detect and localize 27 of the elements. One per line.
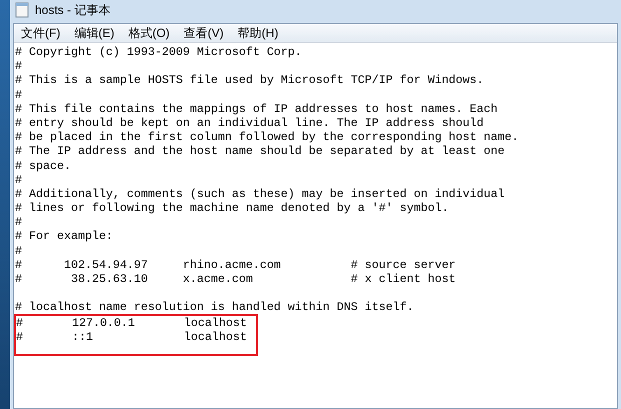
menu-item[interactable]: 帮助(H) <box>232 24 284 42</box>
code-line: # space. <box>15 158 71 173</box>
code-line: # <box>15 244 22 258</box>
code-line: # Additionally, comments (such as these) may be inserted on individual <box>15 186 505 202</box>
menu-item[interactable]: 查看(V) <box>178 24 229 42</box>
code-line: # The IP address and the host name should be separated by at least one <box>15 144 505 158</box>
code-line: # 127.0.0.1 localhost <box>16 316 247 330</box>
code-line: # This is a sample HOSTS file used by Microsoft TCP/IP for Windows. <box>15 73 484 88</box>
code-line: # Copyright (c) 1993-2009 Microsoft Corp. <box>15 45 302 60</box>
code-line: # localhost name resolution is handled within DNS itself. <box>15 300 414 315</box>
menu-item[interactable]: 格式(O) <box>123 24 175 42</box>
code-line: # lines or following the machine name denoted by a '#' symbol. <box>15 201 449 216</box>
code-line: # ::1 localhost <box>16 330 247 344</box>
code-line: # entry should be kept on an individual line. The IP address should <box>15 116 484 130</box>
code-line: # This file contains the mappings of IP addresses to host names. Each <box>15 102 498 116</box>
code-line: # <box>15 88 22 102</box>
code-line: # 38.25.63.10 x.acme.com # x client host <box>15 272 456 286</box>
code-line: # be placed in the first column followed by the corresponding host name. <box>15 130 519 144</box>
menu-item[interactable]: 编辑(E) <box>69 24 120 42</box>
window-title: hosts - 记事本 <box>35 2 110 19</box>
code-line: # For example: <box>15 229 113 244</box>
menu-item[interactable]: 文件(F) <box>16 24 66 42</box>
code-line: # <box>15 215 22 230</box>
code-line: # <box>15 59 22 74</box>
notepad-icon <box>15 2 29 18</box>
code-line: # <box>15 172 22 187</box>
code-line: # 102.54.94.97 rhino.acme.com # source server <box>15 258 456 272</box>
